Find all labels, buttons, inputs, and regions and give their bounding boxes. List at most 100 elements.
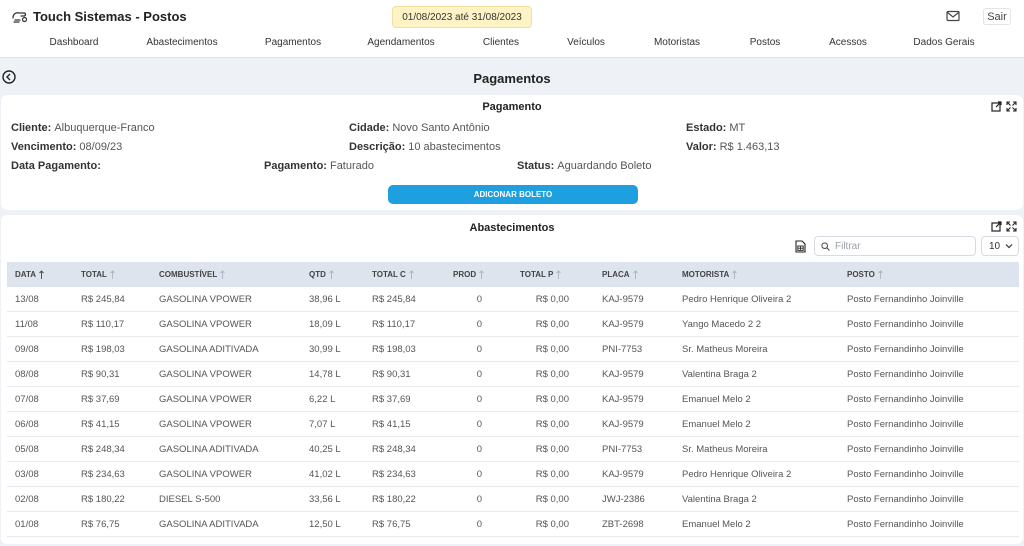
filter-input[interactable] [835, 240, 965, 252]
column-header[interactable]: DATA [15, 262, 44, 287]
table-cell: R$ 37,69 [372, 394, 411, 405]
filter-field[interactable] [814, 236, 976, 256]
nav-dashboard[interactable]: Dashboard [50, 37, 99, 48]
page-size-select[interactable]: 10 [981, 236, 1019, 256]
table-cell: Posto Fernandinho Joinville [847, 369, 964, 380]
table-row[interactable]: 07/08 R$ 37,69 GASOLINA VPOWER 6,22 L R$ 37,… [7, 387, 1019, 412]
estado-label: Estado: [686, 122, 727, 134]
valor-label: Valor: [686, 141, 717, 153]
column-header[interactable]: QTD [309, 262, 334, 287]
column-header[interactable]: MOTORISTA [682, 262, 738, 287]
nav-dados-gerais[interactable]: Dados Gerais [913, 37, 974, 48]
table-cell: R$ 110,17 [81, 319, 125, 330]
table-cell: Valentina Braga 2 [682, 369, 757, 380]
descricao-value: 10 abastecimentos [408, 141, 501, 153]
table-row[interactable]: 11/08 R$ 110,17 GASOLINA VPOWER 18,09 L R$ 1… [7, 312, 1019, 337]
table-cell: GASOLINA ADITIVADA [159, 344, 259, 355]
nav-clientes[interactable]: Clientes [483, 37, 519, 48]
column-header[interactable]: COMBUSTÍVEL [159, 262, 226, 287]
page-size-value: 10 [989, 240, 1001, 252]
logout-button[interactable]: Sair [983, 8, 1011, 25]
table-cell: GASOLINA VPOWER [159, 469, 252, 480]
search-icon [821, 241, 830, 251]
nav-postos[interactable]: Postos [750, 37, 781, 48]
nav-pagamentos[interactable]: Pagamentos [265, 37, 321, 48]
table-cell: DIESEL S-500 [159, 494, 221, 505]
table-cell: Posto Fernandinho Joinville [847, 294, 964, 305]
table-row[interactable]: 03/08 R$ 234,63 GASOLINA VPOWER 41,02 L R$ 2… [7, 462, 1019, 487]
sort-icon [556, 269, 562, 279]
column-header[interactable]: TOTAL C [372, 262, 414, 287]
column-header[interactable]: POSTO [847, 262, 883, 287]
mail-icon[interactable] [946, 10, 960, 22]
export-csv-icon[interactable] [795, 240, 806, 253]
table-row[interactable]: 01/08 R$ 76,75 GASOLINA ADITIVADA 12,50 L R$… [7, 512, 1019, 537]
cidade-value: Novo Santo Antônio [392, 122, 490, 134]
table-cell: 0 [476, 419, 482, 430]
table-cell: ZBT-2698 [602, 519, 644, 530]
table-cell: R$ 37,69 [81, 394, 120, 405]
column-header[interactable]: TOTAL P [520, 262, 562, 287]
table-cell: JWJ-2386 [602, 494, 645, 505]
table-cell: 6,22 L [309, 394, 336, 405]
table-cell: Posto Fernandinho Joinville [847, 444, 964, 455]
table-cell: PNI-7753 [602, 444, 643, 455]
table-row[interactable]: 08/08 R$ 90,31 GASOLINA VPOWER 14,78 L R$ 90… [7, 362, 1019, 387]
table-cell: R$ 90,31 [372, 369, 411, 380]
add-boleto-button[interactable]: ADICONAR BOLETO [388, 185, 638, 204]
table-cell: R$ 248,34 [372, 444, 416, 455]
nav-agendamentos[interactable]: Agendamentos [367, 37, 434, 48]
table-cell: R$ 0,00 [535, 294, 569, 305]
expand-icon[interactable] [1006, 221, 1017, 232]
table-cell: GASOLINA VPOWER [159, 419, 252, 430]
table-cell: 13/08 [15, 294, 39, 305]
date-range-badge[interactable]: 01/08/2023 até 31/08/2023 [392, 6, 532, 28]
popout-icon[interactable] [991, 221, 1002, 232]
nav-acessos[interactable]: Acessos [829, 37, 867, 48]
top-bar: Touch Sistemas - Postos 01/08/2023 até 3… [0, 0, 1024, 58]
brand[interactable]: Touch Sistemas - Postos [12, 9, 187, 24]
nav-abastecimentos[interactable]: Abastecimentos [146, 37, 217, 48]
table-cell: 41,02 L [309, 469, 341, 480]
table-cell: 02/08 [15, 494, 39, 505]
popout-icon[interactable] [991, 101, 1002, 112]
field-estado: Estado: MT [686, 122, 745, 134]
table-cell: Yango Macedo 2 2 [682, 319, 762, 330]
table-cell: 0 [476, 494, 482, 505]
estado-value: MT [729, 122, 746, 134]
table-cell: Posto Fernandinho Joinville [847, 344, 964, 355]
table-row[interactable]: 06/08 R$ 41,15 GASOLINA VPOWER 7,07 L R$ 41,… [7, 412, 1019, 437]
table-row[interactable]: 09/08 R$ 198,03 GASOLINA ADITIVADA 30,99 L R… [7, 337, 1019, 362]
nav-motoristas[interactable]: Motoristas [654, 37, 700, 48]
table-row[interactable]: 02/08 R$ 180,22 DIESEL S-500 33,56 L R$ 180,… [7, 487, 1019, 512]
status-value: Aguardando Boleto [557, 160, 652, 172]
table-header: DATA TOTAL COMBUSTÍVEL QTD TOTAL C PROD TOTAL … [7, 262, 1019, 287]
table-cell: KAJ-9579 [602, 369, 644, 380]
column-header[interactable]: PROD [453, 262, 484, 287]
expand-icon[interactable] [1006, 101, 1017, 112]
column-header-label: TOTAL C [372, 270, 406, 279]
column-header[interactable]: PLACA [602, 262, 638, 287]
table-row[interactable]: 05/08 R$ 248,34 GASOLINA ADITIVADA 40,25 L R… [7, 437, 1019, 462]
valor-value: R$ 1.463,13 [719, 141, 780, 153]
vencimento-label: Vencimento: [11, 141, 77, 153]
column-header[interactable]: TOTAL [81, 262, 115, 287]
sort-icon [408, 269, 414, 279]
column-header-label: DATA [15, 270, 37, 279]
table-cell: R$ 110,17 [372, 319, 416, 330]
table-cell: 12,50 L [309, 519, 341, 530]
field-cidade: Cidade: Novo Santo Antônio [349, 122, 490, 134]
column-header-label: POSTO [847, 270, 875, 279]
abastecimentos-card-tools [991, 221, 1017, 232]
nav-veiculos[interactable]: Veículos [567, 37, 605, 48]
table-row[interactable]: 13/08 R$ 245,84 GASOLINA VPOWER 38,96 L R$ 2… [7, 287, 1019, 312]
abastecimentos-table: DATA TOTAL COMBUSTÍVEL QTD TOTAL C PROD TOTAL … [7, 262, 1019, 537]
table-cell: Posto Fernandinho Joinville [847, 319, 964, 330]
table-cell: GASOLINA VPOWER [159, 369, 252, 380]
table-cell: 0 [476, 469, 482, 480]
abastecimentos-card: Abastecimentos 10 DATA TOTAL COMBUSTÍVEL QT… [1, 215, 1023, 544]
field-data-pagamento: Data Pagamento: [11, 160, 104, 172]
table-cell: 0 [476, 319, 482, 330]
table-cell: R$ 234,63 [372, 469, 416, 480]
table-cell: 38,96 L [309, 294, 341, 305]
